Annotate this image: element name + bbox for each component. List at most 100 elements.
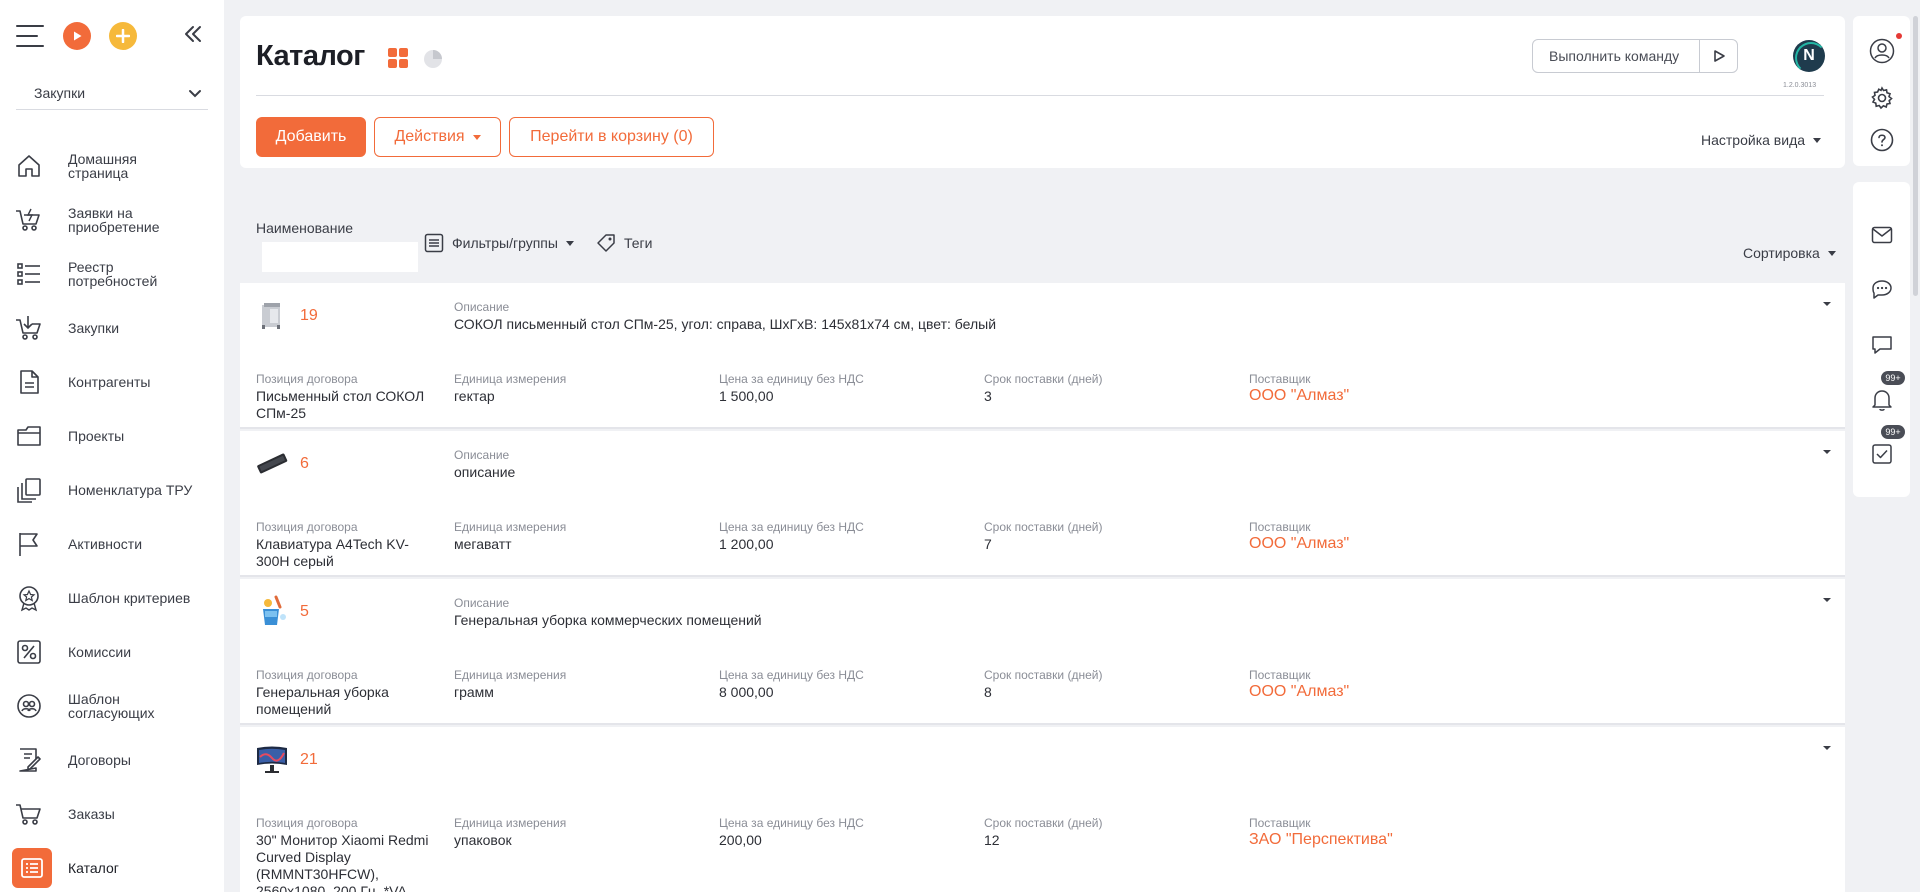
price-label: Цена за единицу без НДС (719, 668, 864, 682)
sidebar-item-contracts[interactable]: Договоры (14, 737, 214, 783)
sort-label: Сортировка (1743, 245, 1820, 261)
unit-value: гектар (454, 388, 495, 404)
settings-button[interactable] (1867, 83, 1897, 113)
unit-label: Единица измерения (454, 816, 567, 830)
chart-view-icon[interactable] (423, 49, 443, 72)
plus-icon[interactable] (109, 22, 137, 50)
chevron-down-icon (188, 86, 202, 102)
page-title: Каталог (256, 40, 365, 72)
supplier-link[interactable]: ООО "Алмаз" (1249, 683, 1349, 700)
position-line: Генеральная уборка (256, 684, 389, 700)
sort-dropdown[interactable]: Сортировка (1743, 245, 1836, 261)
sidebar-item-orders[interactable]: Заказы (14, 791, 214, 837)
user-profile-button[interactable] (1867, 36, 1897, 66)
list-icon (14, 259, 44, 289)
page-scrollbar[interactable] (1913, 16, 1918, 296)
expand-row-icon[interactable] (1822, 591, 1832, 607)
bell-icon (1872, 390, 1892, 411)
folder-icon (14, 421, 44, 451)
chat-icon (1872, 280, 1892, 299)
sidebar-item-label: Активности (68, 536, 143, 552)
view-settings-dropdown[interactable]: Настройка вида (1701, 132, 1822, 148)
name-filter-input[interactable] (262, 242, 418, 272)
filters-groups-button[interactable]: Фильтры/группы (424, 233, 574, 253)
filter-list-icon (424, 233, 444, 253)
play-icon[interactable] (63, 22, 91, 50)
item-id-link[interactable]: 5 (300, 603, 309, 621)
add-button[interactable]: Добавить (256, 117, 366, 157)
sidebar-item-label: Закупки (68, 320, 120, 336)
sidebar-item-label: Проекты (68, 428, 125, 444)
sidebar-item-label: Номенклатура ТРУ (68, 482, 193, 498)
sidebar-item-catalog[interactable]: Каталог (12, 845, 214, 891)
command-placeholder: Выполнить команду (1549, 48, 1680, 64)
catalog-item[interactable]: 6 Описание описание Позиция договора Кла… (240, 431, 1845, 577)
item-id-link[interactable]: 6 (300, 455, 309, 473)
delivery-value: 12 (984, 832, 1000, 848)
sidebar-item-label: Реестр потребностей (68, 259, 158, 289)
supplier-link[interactable]: ЗАО "Перспектива" (1249, 831, 1393, 848)
sidebar-item-criteria-template[interactable]: Шаблон критериев (14, 575, 214, 621)
menu-icon[interactable] (16, 25, 44, 47)
basket-icon (14, 313, 44, 343)
catalog-item[interactable]: 21 Позиция договора 30" Монитор Xiaomi R… (240, 727, 1845, 892)
sidebar-item-purchases[interactable]: Закупки (14, 305, 214, 351)
expand-row-icon[interactable] (1822, 739, 1832, 755)
notifications-badge: 99+ (1881, 371, 1905, 385)
contract-position-value: Письменный стол СОКОЛ СПм-25 (256, 388, 426, 422)
mail-button[interactable] (1867, 220, 1897, 250)
sidebar-item-activities[interactable]: Активности (14, 521, 214, 567)
item-id-link[interactable]: 21 (300, 751, 318, 769)
chat-button[interactable] (1867, 275, 1897, 305)
actions-dropdown[interactable]: Действия (374, 117, 501, 157)
sidebar-item-needs-registry[interactable]: Реестр потребностей (14, 251, 214, 297)
help-button[interactable] (1867, 125, 1897, 155)
command-input[interactable]: Выполнить команду (1532, 39, 1738, 73)
sidebar-item-counterparties[interactable]: Контрагенты (14, 359, 214, 405)
sidebar-item-home[interactable]: Домашняя страница (14, 143, 214, 189)
sidebar-item-approvers-template[interactable]: Шаблон согласующих (14, 683, 214, 729)
sidebar-item-projects[interactable]: Проекты (14, 413, 214, 459)
right-rail: 99+ 99+ (1853, 16, 1910, 892)
go-to-cart-button[interactable]: Перейти в корзину (0) (509, 117, 714, 157)
position-line: 30" Монитор Xiaomi Redmi (256, 832, 429, 848)
sidebar-item-requests[interactable]: Заявки на приобретение (14, 197, 214, 243)
delivery-label: Срок поставки (дней) (984, 668, 1103, 682)
run-command-button[interactable] (1699, 40, 1737, 72)
delivery-value: 7 (984, 536, 992, 552)
price-value: 1 500,00 (719, 388, 774, 404)
supplier-link[interactable]: ООО "Алмаз" (1249, 387, 1349, 404)
user-icon (1869, 38, 1895, 64)
sidebar-item-label: Домашняя страница (68, 151, 137, 181)
item-id-link[interactable]: 19 (300, 307, 318, 325)
delivery-label: Срок поставки (дней) (984, 816, 1103, 830)
supplier-link[interactable]: ООО "Алмаз" (1249, 535, 1349, 552)
document-icon (14, 367, 44, 397)
sidebar-item-nomenclature[interactable]: Номенклатура ТРУ (14, 467, 214, 513)
sidebar-item-label: Шаблон согласующих (68, 691, 155, 721)
play-outline-icon (1713, 50, 1725, 62)
catalog-item[interactable]: 5 Описание Генеральная уборка коммерческ… (240, 579, 1845, 725)
tasks-button[interactable] (1867, 439, 1897, 469)
rail-top-card (1853, 16, 1910, 166)
description-value: СОКОЛ письменный стол СПм-25, угол: спра… (454, 316, 997, 332)
description-label: Описание (454, 448, 510, 462)
catalog-item[interactable]: 19 Описание СОКОЛ письменный стол СПм-25… (240, 283, 1845, 429)
collapse-sidebar-icon[interactable] (184, 24, 202, 47)
tag-icon (597, 234, 615, 252)
grid-view-icon[interactable] (388, 48, 408, 71)
expand-row-icon[interactable] (1822, 443, 1832, 459)
sidebar-item-commissions[interactable]: Комиссии (14, 629, 214, 675)
module-select[interactable]: Закупки (16, 76, 208, 110)
contract-position-value: 30" Монитор Xiaomi Redmi Curved Display (R… (256, 832, 441, 892)
expand-row-icon[interactable] (1822, 295, 1832, 311)
caret-down-icon (565, 240, 574, 246)
tasks-badge: 99+ (1881, 425, 1905, 439)
notifications-button[interactable] (1867, 385, 1897, 415)
contract-position-value: Генеральная уборка помещений (256, 684, 426, 718)
price-label: Цена за единицу без НДС (719, 372, 864, 386)
delivery-label: Срок поставки (дней) (984, 372, 1103, 386)
tags-button[interactable]: Теги (596, 233, 652, 253)
comments-button[interactable] (1867, 330, 1897, 360)
price-value: 1 200,00 (719, 536, 774, 552)
